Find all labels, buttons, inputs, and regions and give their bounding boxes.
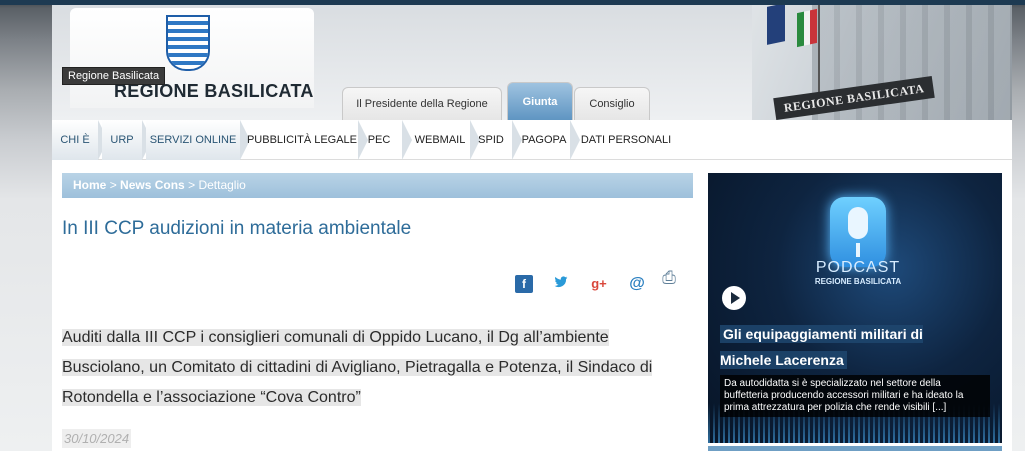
podcast-card-footer: [708, 446, 1002, 451]
eu-flag: [767, 5, 785, 45]
nav-separator: [570, 120, 580, 160]
breadcrumb-separator: >: [109, 178, 117, 192]
header-photo: REGIONE BASILICATA: [752, 5, 1012, 120]
nav-item-pubblicita-legale[interactable]: PUBBLICITÀ LEGALE: [246, 120, 358, 160]
page-container: REGIONE BASILICATA REGIONE BASILICATA Re…: [52, 5, 1012, 451]
nav-item-pagopa[interactable]: PAGOPA: [520, 120, 568, 160]
email-icon[interactable]: @: [628, 275, 646, 293]
podcast-microphone-icon: [830, 197, 886, 267]
italian-flag: [797, 8, 817, 48]
article-title: In III CCP audizioni in materia ambienta…: [62, 218, 412, 239]
nav-item-webmail[interactable]: WEBMAIL: [410, 120, 470, 160]
print-icon[interactable]: ⎙: [660, 269, 678, 287]
podcast-sublabel: REGIONE BASILICATA: [814, 277, 902, 286]
breadcrumb-home[interactable]: Home: [73, 178, 106, 192]
nav-item-urp[interactable]: URP: [102, 120, 142, 160]
main-nav: CHI È URP SERVIZI ONLINE PUBBLICITÀ LEGA…: [52, 120, 1012, 160]
podcast-label: PODCAST: [815, 259, 901, 276]
tab-presidente[interactable]: Il Presidente della Regione: [342, 87, 502, 120]
site-header: REGIONE BASILICATA REGIONE BASILICATA Re…: [52, 5, 1012, 120]
podcast-card[interactable]: PODCAST REGIONE BASILICATA Gli equipaggi…: [708, 173, 1002, 443]
article-summary-text: Auditi dalla III CCP i consiglieri comun…: [62, 329, 653, 406]
breadcrumb-separator: >: [188, 178, 196, 192]
breadcrumb: Home > News Cons > Dettaglio: [62, 173, 693, 198]
facebook-icon[interactable]: f: [515, 275, 533, 293]
logo-link[interactable]: REGIONE BASILICATA: [70, 8, 314, 108]
region-coat-of-arms-icon: [166, 15, 210, 71]
podcast-episode-description: Da autodidatta si è specializzato nel se…: [720, 375, 990, 417]
google-plus-icon[interactable]: g+: [590, 275, 608, 293]
nav-item-spid[interactable]: SPID: [476, 120, 506, 160]
logo-tooltip: Regione Basilicata: [62, 67, 166, 85]
breadcrumb-news[interactable]: News Cons: [120, 178, 185, 192]
nav-item-servizi-online[interactable]: SERVIZI ONLINE: [146, 120, 240, 160]
twitter-icon[interactable]: [552, 275, 570, 293]
flag-pole: [818, 5, 820, 95]
play-icon[interactable]: [722, 286, 746, 310]
nav-item-dati-personali[interactable]: DATI PERSONALI: [580, 120, 672, 160]
nav-item-pec[interactable]: PEC: [364, 120, 394, 160]
podcast-episode-title-text: Gli equipaggiamenti militari di Michele …: [720, 325, 923, 369]
podcast-episode-title[interactable]: Gli equipaggiamenti militari di Michele …: [720, 321, 935, 373]
tab-consiglio[interactable]: Consiglio: [574, 87, 650, 120]
article-summary: Auditi dalla III CCP i consiglieri comun…: [62, 323, 694, 413]
nav-item-chi-e[interactable]: CHI È: [52, 120, 98, 160]
article-date: 30/10/2024: [62, 429, 132, 448]
breadcrumb-current: Dettaglio: [198, 178, 246, 192]
tab-giunta[interactable]: Giunta: [507, 82, 573, 120]
